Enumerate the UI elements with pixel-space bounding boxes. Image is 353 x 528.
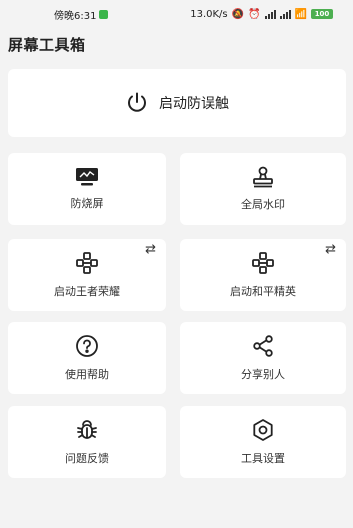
settings-tile[interactable]: 工具设置 [180, 406, 346, 478]
monitor-icon [76, 168, 98, 186]
tile-label: 分享别人 [241, 368, 285, 381]
stamp-icon [253, 166, 273, 188]
global-watermark-tile[interactable]: 全局水印 [180, 153, 346, 225]
app-notification-icon [99, 9, 109, 19]
page-title: 屏幕工具箱 [8, 36, 86, 54]
battery-icon: 100 [311, 9, 333, 19]
launch-peace-elite-tile[interactable]: ⇄ 启动和平精英 [180, 239, 346, 311]
signal-icon [264, 9, 276, 19]
launch-honor-of-kings-tile[interactable]: ⇄ 启动王者荣耀 [8, 239, 166, 311]
tile-label: 问题反馈 [65, 452, 109, 465]
mute-icon: 🔕 [231, 8, 245, 20]
tile-label: 工具设置 [241, 452, 285, 465]
share-icon [253, 335, 273, 357]
signal-icon-2 [279, 9, 291, 19]
tile-label: 全局水印 [241, 198, 285, 211]
alarm-icon: ⏰ [248, 8, 261, 20]
share-tile[interactable]: 分享别人 [180, 322, 346, 394]
settings-icon [253, 419, 273, 441]
wifi-icon: 📶 [294, 8, 307, 20]
help-tile[interactable]: 使用帮助 [8, 322, 166, 394]
swap-icon[interactable]: ⇄ [325, 242, 336, 257]
swap-icon[interactable]: ⇄ [145, 242, 156, 257]
tile-label: 启动王者荣耀 [54, 285, 120, 298]
bug-icon [77, 420, 97, 439]
status-time: 傍晚6:31 [54, 10, 97, 22]
tile-label: 使用帮助 [65, 368, 109, 381]
tile-label: 启动和平精英 [230, 285, 296, 298]
help-icon [76, 335, 98, 357]
anti-burn-tile[interactable]: 防烧屏 [8, 153, 166, 225]
tile-label: 防烧屏 [70, 197, 104, 210]
power-icon [128, 92, 146, 112]
start-anti-touch-label: 启动防误触 [159, 96, 229, 112]
feedback-tile[interactable]: 问题反馈 [8, 406, 166, 478]
network-speed: 13.0K/s [190, 8, 228, 20]
gamepad-icon [252, 252, 274, 274]
status-bar: 傍晚6:31 13.0K/s 🔕 ⏰ 📶 100 [0, 0, 353, 28]
start-anti-touch-button[interactable]: 启动防误触 [8, 69, 346, 137]
gamepad-icon [76, 252, 98, 274]
